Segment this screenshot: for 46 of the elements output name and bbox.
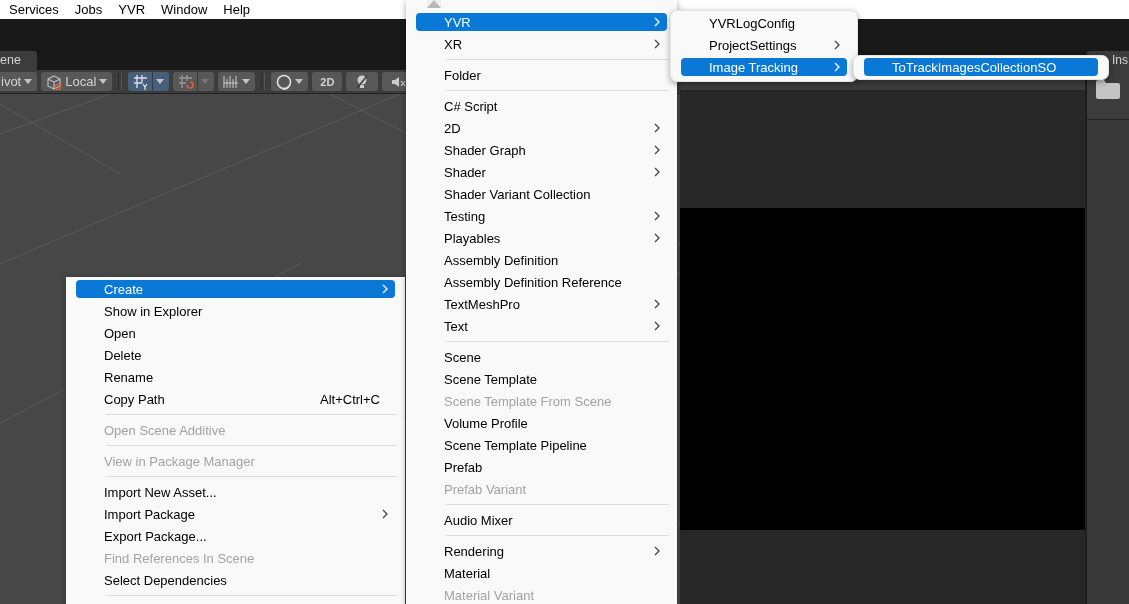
menu-item[interactable]: Create [76,280,395,298]
menu-item[interactable]: TextMeshPro [416,295,667,313]
menu-item[interactable]: Open [76,324,395,342]
local-dropdown[interactable]: Local [41,72,113,91]
menu-item[interactable]: Testing [416,207,667,225]
menu-item[interactable]: Copy Path Alt+Ctrl+C [76,390,395,408]
menu-item[interactable]: Scene [416,348,667,366]
menu-item[interactable]: Playables [416,229,667,247]
scene-tab[interactable]: ene [0,51,37,70]
menu-item[interactable]: Image Tracking [681,58,847,76]
menu-bar-item[interactable]: Window [161,0,208,19]
menu-item[interactable]: Rename [76,368,395,386]
menu-item[interactable]: Show in Explorer [76,302,395,320]
menu-item[interactable]: Scene Template [416,370,667,388]
menu-item[interactable]: ToTrackImagesCollectionSO [864,58,1098,76]
2d-button[interactable]: 2D [312,72,343,91]
menu-item[interactable]: Delete [76,346,395,364]
menu-item[interactable]: Audio Mixer [416,511,667,529]
menu-bar-item[interactable]: YVR [118,0,146,19]
menu-item[interactable]: ProjectSettings [681,36,847,54]
menu-item[interactable]: Shader [416,163,667,181]
menu-bar-item[interactable]: Jobs [74,0,103,19]
menu-item[interactable]: 2D [416,119,667,137]
menu-item[interactable]: Shader Graph [416,141,667,159]
menu-item[interactable]: Material [416,564,667,582]
menu-item[interactable]: Volume Profile [416,414,667,432]
menu-bar-item[interactable]: Help [223,0,251,19]
menu-item[interactable]: YVR [416,13,667,31]
menu-item[interactable]: XR [416,35,667,53]
menu-item[interactable]: Import New Asset... [76,483,395,501]
menu-item[interactable]: Prefab [416,458,667,476]
menu-item[interactable]: Import Package [76,505,395,523]
menu-item[interactable]: Assembly Definition Reference [416,273,667,291]
menu-item[interactable]: Text [416,317,667,335]
menu-item[interactable]: Rendering [416,542,667,560]
menu-item[interactable]: Shader Variant Collection [416,185,667,203]
menu-bar-item[interactable]: Services [9,0,59,19]
shortcut-label: Alt+Ctrl+C [320,391,380,407]
menu-item[interactable]: YVRLogConfig [681,14,847,32]
menu-item[interactable]: Assembly Definition [416,251,667,269]
pivot-dropdown[interactable]: ivot [0,72,38,91]
menu-item[interactable]: Export Package... [76,527,395,545]
menu-item[interactable]: Select Dependencies [76,571,395,589]
menu-item[interactable]: Folder [416,66,667,84]
menu-item[interactable]: C# Script [416,97,667,115]
menu-item[interactable]: Scene Template Pipeline [416,436,667,454]
